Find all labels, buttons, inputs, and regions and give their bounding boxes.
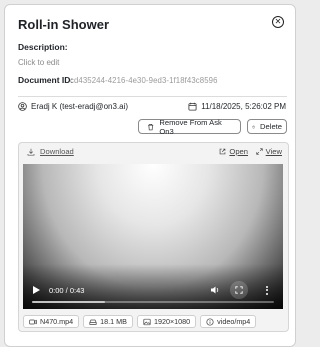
- download-label: Download: [40, 147, 74, 156]
- delete-button-label: Delete: [260, 122, 282, 131]
- media-card: Download Open View 0:00 / 0:43 N470.mp4 …: [18, 142, 289, 332]
- external-link-icon: [220, 148, 226, 155]
- media-metadata: N470.mp4 18.1 MB 1920×1080 video/mp4: [23, 315, 257, 328]
- video-time: 0:00 / 0:43: [49, 286, 85, 295]
- file-size: 18.1 MB: [100, 317, 127, 326]
- play-icon[interactable]: [33, 286, 40, 294]
- video-progress-fill: [32, 301, 105, 303]
- remove-from-ask-on3-button[interactable]: Remove From Ask On3: [138, 117, 241, 136]
- uploader-name: Eradj K (test-eradj@on3.ai): [31, 102, 129, 111]
- resolution-chip: 1920×1080: [136, 315, 197, 328]
- video-file-icon: [29, 319, 37, 324]
- description-field[interactable]: Click to edit: [18, 58, 59, 67]
- media-toolbar: Download Open View: [19, 147, 288, 159]
- download-icon: [27, 148, 35, 156]
- view-label: View: [265, 147, 282, 156]
- calendar-icon: [188, 102, 197, 111]
- open-label: Open: [229, 147, 248, 156]
- fullscreen-icon: [235, 286, 243, 294]
- mime-type-chip: video/mp4: [200, 315, 257, 328]
- document-id-label: Document ID:: [18, 75, 74, 85]
- video-progress-bar[interactable]: [32, 301, 274, 303]
- panel-title: Roll-in Shower: [18, 17, 109, 32]
- upload-datetime: 11/18/2025, 5:26:02 PM: [201, 102, 286, 111]
- resolution: 1920×1080: [153, 317, 191, 326]
- description-label: Description:: [18, 42, 68, 52]
- storage-icon: [89, 319, 97, 325]
- video-player[interactable]: 0:00 / 0:43: [23, 164, 283, 309]
- uploader: Eradj K (test-eradj@on3.ai): [18, 102, 128, 111]
- file-name: N470.mp4: [40, 317, 74, 326]
- file-name-chip: N470.mp4: [23, 315, 80, 328]
- upload-date: 11/18/2025, 5:26:02 PM: [188, 102, 286, 111]
- mime-type: video/mp4: [217, 317, 251, 326]
- image-icon: [143, 318, 151, 325]
- document-detail-panel: Roll-in Shower ✕ Description: Click to e…: [4, 4, 296, 347]
- expand-icon: [256, 148, 263, 155]
- more-options-icon[interactable]: [265, 284, 269, 296]
- action-bar: Remove From Ask On3 Delete: [138, 117, 287, 136]
- trash-icon: [252, 125, 255, 128]
- view-link[interactable]: View: [256, 147, 282, 156]
- trash-icon: [148, 123, 154, 130]
- info-icon: [206, 317, 214, 326]
- user-circle-icon: [18, 102, 27, 111]
- volume-icon[interactable]: [210, 285, 220, 295]
- close-icon[interactable]: ✕: [272, 16, 284, 28]
- divider: [18, 96, 287, 97]
- download-link[interactable]: Download: [27, 147, 74, 156]
- open-link[interactable]: Open: [219, 147, 248, 156]
- document-id-value: cd435244-4216-4e30-9ed3-1f18f43c8596: [70, 76, 218, 85]
- file-size-chip: 18.1 MB: [83, 315, 133, 328]
- delete-button[interactable]: Delete: [247, 119, 287, 134]
- fullscreen-button[interactable]: [230, 281, 248, 299]
- remove-button-label: Remove From Ask On3: [159, 117, 222, 136]
